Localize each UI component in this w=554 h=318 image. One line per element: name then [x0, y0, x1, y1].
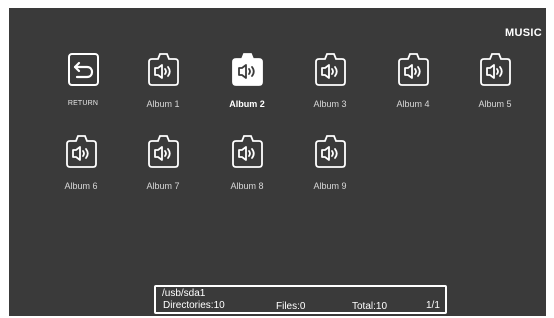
album-item[interactable]: Album 9: [290, 135, 370, 201]
item-label: RETURN: [67, 100, 99, 107]
album-item[interactable]: Album 4: [373, 53, 453, 119]
audio-folder-icon: [148, 135, 179, 168]
album-item[interactable]: Album 7: [123, 135, 203, 201]
total-count: Total:10: [352, 301, 388, 312]
audio-folder-icon: [398, 53, 429, 86]
return-button[interactable]: RETURN: [43, 53, 123, 119]
music-browser-screen: MUSIC RETURN Album 1 Album 2 Album 3 Alb…: [9, 8, 546, 316]
return-icon: [68, 53, 99, 86]
audio-folder-icon: [66, 135, 97, 168]
item-label: Album 9: [313, 181, 347, 191]
audio-folder-icon: [232, 135, 263, 168]
files-count: Files:0: [276, 301, 306, 312]
item-label: Album 1: [146, 99, 180, 109]
audio-folder-icon: [148, 53, 179, 86]
current-path: /usb/sda1: [162, 288, 206, 299]
audio-folder-icon: [315, 53, 346, 86]
album-item[interactable]: Album 5: [455, 53, 535, 119]
item-label: Album 8: [230, 181, 264, 191]
status-bar: /usb/sda1 Directories:10 Files:0 Total:1…: [154, 285, 447, 314]
item-label: Album 4: [396, 99, 430, 109]
item-label: Album 2: [229, 99, 265, 109]
item-label: Album 7: [146, 181, 180, 191]
audio-folder-icon: [315, 135, 346, 168]
album-grid: RETURN Album 1 Album 2 Album 3 Album 4 A…: [9, 8, 546, 258]
album-item[interactable]: Album 6: [41, 135, 121, 201]
directories-count: Directories:10: [163, 300, 225, 311]
album-item[interactable]: Album 1: [123, 53, 203, 119]
item-label: Album 5: [478, 99, 512, 109]
item-label: Album 6: [64, 181, 98, 191]
item-label: Album 3: [313, 99, 347, 109]
page-indicator: 1/1: [426, 300, 440, 311]
audio-folder-icon: [480, 53, 511, 86]
audio-folder-icon: [232, 53, 263, 86]
album-item[interactable]: Album 8: [207, 135, 287, 201]
album-item-selected[interactable]: Album 2: [207, 53, 287, 119]
album-item[interactable]: Album 3: [290, 53, 370, 119]
